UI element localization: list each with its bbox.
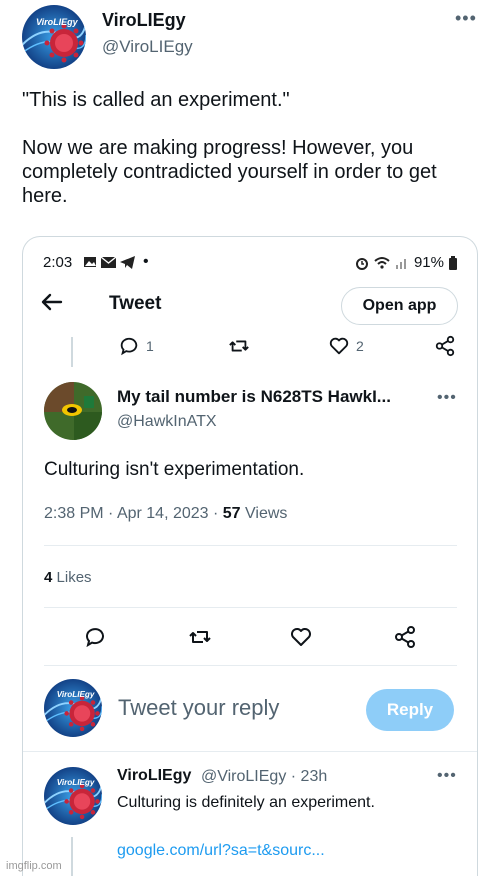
outer-tweet-text: "This is called an experiment." Now we a… [22, 89, 437, 207]
share-action[interactable] [393, 625, 417, 649]
share-action[interactable] [434, 335, 456, 357]
status-bar: 2:03 • 91% [23, 237, 477, 283]
reply-tweet-display-name[interactable]: ViroLIEgy [117, 767, 191, 785]
wifi-icon [374, 257, 390, 269]
reply-button[interactable]: Reply [366, 689, 454, 731]
heart-icon [329, 337, 349, 355]
like-count: 2 [356, 338, 364, 354]
reply-action[interactable]: 1 [118, 335, 154, 357]
gallery-icon [84, 257, 96, 267]
reply-tweet-avatar[interactable] [44, 767, 102, 825]
main-tweet-text: Culturing isn't experimentation. [44, 459, 305, 480]
status-time: 2:03 [43, 254, 73, 271]
likes-count: 4 [44, 569, 53, 586]
like-action[interactable] [289, 625, 313, 649]
signal-icon [395, 259, 406, 269]
reply-action[interactable] [83, 625, 107, 649]
tweet-date[interactable]: Apr 14, 2023 [117, 505, 209, 522]
mail-icon [101, 255, 116, 268]
embedded-screenshot: 2:03 • 91% Tweet Open app 1 2 My tail nu… [22, 236, 478, 876]
reply-icon [120, 337, 138, 356]
dot-icon: • [143, 253, 149, 270]
retweet-icon [229, 340, 249, 352]
tweet-meta: 2:38 PM · Apr 14, 2023 · 57 Views [44, 505, 288, 522]
share-icon [435, 335, 455, 357]
status-system-icons: 91% [355, 254, 457, 271]
tweet-time[interactable]: 2:38 PM [44, 505, 104, 522]
battery-percent: 91% [413, 254, 444, 271]
heart-icon [291, 628, 311, 646]
reply-tweet-handle-time[interactable]: @ViroLIEgy · 23h [201, 768, 327, 786]
tweet-topbar: Tweet Open app [23, 283, 477, 327]
reply-tweet-text: Culturing is definitely an experiment. [117, 794, 375, 811]
telegram-icon [120, 255, 135, 269]
reply-count: 1 [146, 338, 154, 354]
reply-icon [86, 628, 104, 648]
outer-handle[interactable]: @ViroLIEgy [102, 37, 193, 57]
views-label: Views [245, 505, 288, 522]
retweet-action[interactable] [228, 335, 250, 357]
like-action[interactable]: 2 [328, 335, 364, 357]
more-horizontal-icon[interactable]: ••• [437, 389, 457, 407]
likes-label: Likes [56, 569, 92, 586]
thread-connector-line [71, 837, 73, 876]
main-tweet-handle[interactable]: @HawkInATX [117, 413, 217, 431]
divider [44, 607, 457, 608]
main-tweet-avatar[interactable] [44, 382, 102, 440]
divider [44, 545, 457, 546]
back-arrow-icon[interactable] [39, 289, 65, 315]
battery-icon [449, 255, 457, 270]
retweet-icon [189, 631, 211, 643]
main-tweet-actions [23, 625, 477, 653]
divider [44, 665, 457, 666]
thread-connector-line [71, 337, 73, 367]
divider [23, 751, 477, 752]
reply-composer-avatar [44, 679, 102, 737]
main-tweet-display-name[interactable]: My tail number is N628TS HawkI... [117, 387, 417, 407]
more-horizontal-icon[interactable]: ••• [437, 767, 457, 785]
open-app-button[interactable]: Open app [341, 287, 458, 325]
share-icon [395, 626, 415, 648]
outer-display-name[interactable]: ViroLIEgy [102, 10, 186, 31]
alarm-icon [355, 257, 368, 270]
reply-tweet-link[interactable]: google.com/url?sa=t&sourc... [117, 842, 325, 860]
previous-tweet-actions: 1 2 [118, 335, 458, 359]
outer-avatar[interactable] [22, 5, 86, 69]
watermark: imgflip.com [6, 860, 62, 872]
retweet-action[interactable] [188, 625, 212, 649]
views-count: 57 [222, 505, 241, 522]
more-horizontal-icon[interactable]: ••• [455, 8, 477, 29]
status-notification-icons: • [83, 253, 149, 271]
page-title: Tweet [109, 293, 162, 314]
reply-input[interactable]: Tweet your reply [118, 695, 279, 721]
likes-stat[interactable]: 4 Likes [44, 569, 92, 586]
